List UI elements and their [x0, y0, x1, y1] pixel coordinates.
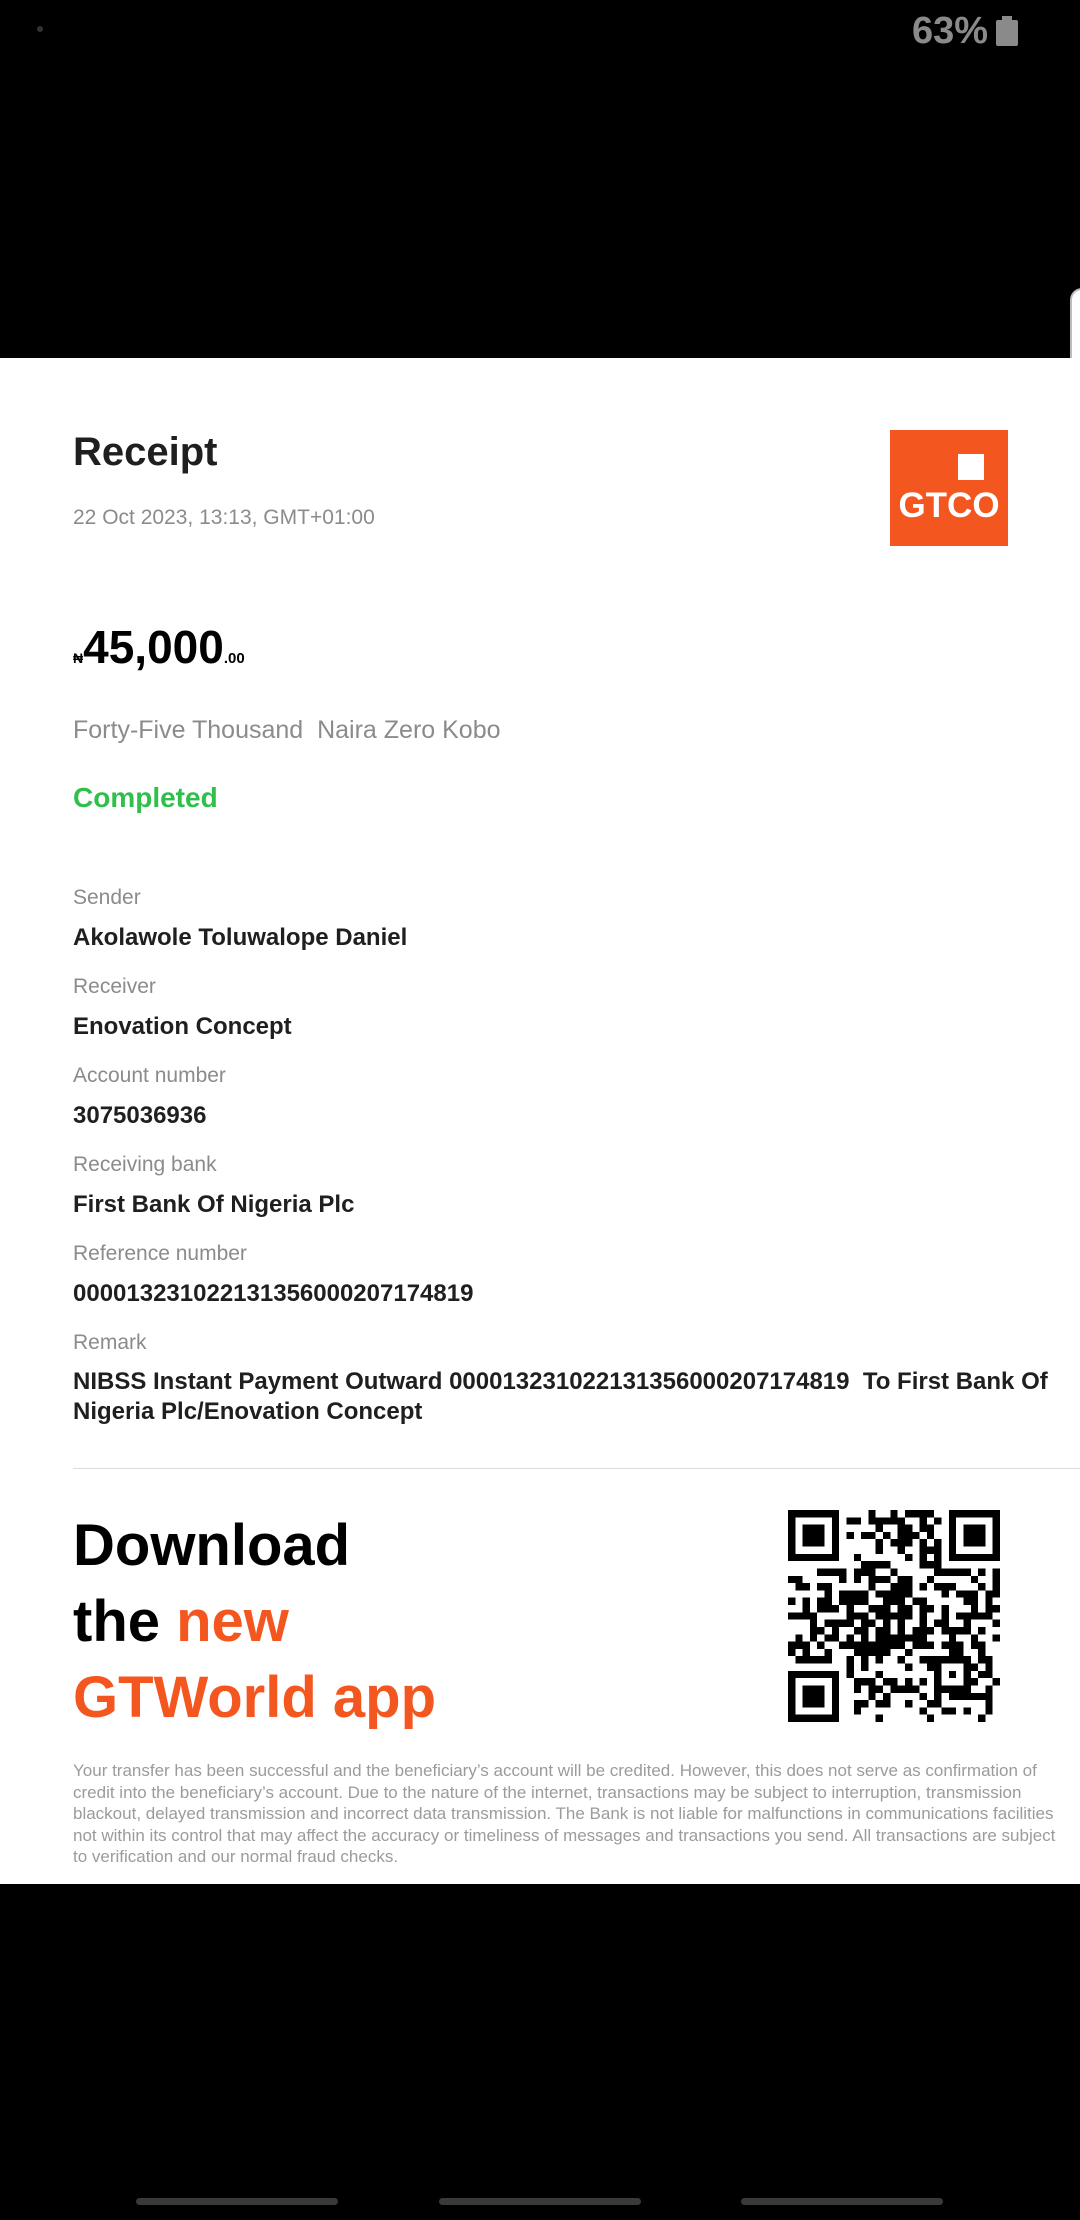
receiver-label: Receiver [73, 975, 156, 998]
nav-recents-button[interactable] [136, 2198, 338, 2205]
reference-number-value: 000013231022131356000207174819 [73, 1280, 474, 1307]
qr-code-icon[interactable] [788, 1510, 1000, 1722]
promo-line-3: GTWorld app [73, 1665, 437, 1730]
navigation-bar [0, 2188, 1080, 2220]
account-number-value: 3075036936 [73, 1102, 207, 1129]
receipt-title: Receipt [73, 430, 218, 474]
promo-line-2: the new [73, 1584, 436, 1660]
receiving-bank-value: First Bank Of Nigeria Plc [73, 1191, 355, 1218]
receipt-card: Receipt 22 Oct 2023, 13:13, GMT+01:00 GT… [0, 358, 1080, 1884]
sender-label: Sender [73, 886, 141, 909]
battery-icon [996, 16, 1018, 46]
nav-home-button[interactable] [439, 2198, 641, 2205]
promo-line-2-accent: new [176, 1589, 289, 1654]
receipt-date: 22 Oct 2023, 13:13, GMT+01:00 [73, 506, 375, 529]
camera-dot [37, 26, 43, 32]
gtco-logo: GTCO [890, 430, 1008, 546]
remark-label: Remark [73, 1331, 147, 1354]
sender-value: Akolawole Toluwalope Daniel [73, 924, 408, 951]
currency-symbol: ₦ [73, 650, 84, 666]
amount: ₦45,000.00 [73, 620, 245, 674]
receiver-value: Enovation Concept [73, 1013, 292, 1040]
reference-number-label: Reference number [73, 1242, 247, 1265]
battery-percentage: 63% [911, 10, 988, 52]
logo-text: GTCO [898, 486, 1000, 525]
amount-in-words: Forty-Five Thousand Naira Zero Kobo [73, 716, 501, 744]
divider [73, 1468, 1080, 1469]
status-bar: 63% [0, 0, 1080, 70]
receiving-bank-label: Receiving bank [73, 1153, 217, 1176]
promo-line-2-text: the [73, 1589, 177, 1654]
download-promo: Download the new GTWorld app [73, 1508, 436, 1736]
remark-value: NIBSS Instant Payment Outward 0000132310… [73, 1368, 1055, 1425]
nav-back-button[interactable] [741, 2198, 943, 2205]
amount-main: 45,000 [83, 621, 224, 673]
status-badge: Completed [73, 782, 218, 813]
account-number-label: Account number [73, 1064, 226, 1087]
promo-line-1: Download [73, 1513, 351, 1578]
disclaimer-text: Your transfer has been successful and th… [73, 1761, 1056, 1866]
amount-kobo: .00 [223, 650, 245, 667]
